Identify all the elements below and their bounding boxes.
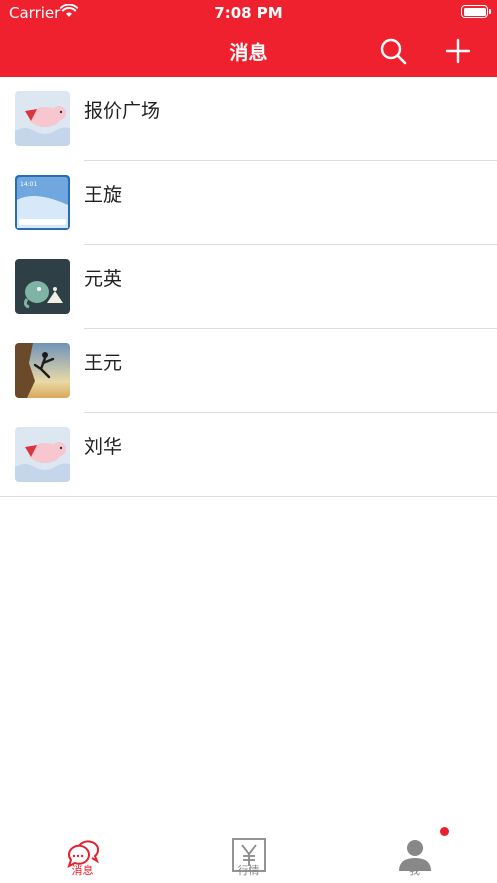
flying-pig-avatar (15, 427, 70, 482)
tab-messages[interactable]: 消息 (0, 825, 165, 883)
conversation-list: 报价广场 14:01 王旋 元英 王元 刘华 (0, 77, 497, 497)
conversation-name: 王元 (84, 352, 123, 374)
conversation-row[interactable]: 刘华 (0, 413, 497, 497)
svg-text:14:01: 14:01 (20, 181, 37, 188)
climber-avatar (15, 343, 70, 398)
status-time: 7:08 PM (214, 4, 283, 22)
conversation-name: 王旋 (84, 184, 123, 206)
notification-badge (440, 827, 449, 836)
row-divider (0, 496, 497, 497)
conversation-name: 报价广场 (84, 100, 161, 122)
tab-market[interactable]: 行情 (166, 825, 331, 883)
conversation-name: 刘华 (84, 436, 123, 458)
status-bar: Carrier 7:08 PM (0, 0, 497, 26)
plus-icon[interactable] (443, 36, 473, 66)
battery-icon (461, 5, 491, 18)
conversation-row[interactable]: 14:01 王旋 (0, 161, 497, 245)
tab-label: 我 (409, 864, 420, 877)
page-title: 消息 (229, 42, 268, 64)
phone-screenshot-avatar: 14:01 (15, 175, 70, 230)
tab-label: 消息 (71, 864, 94, 877)
search-icon[interactable] (378, 36, 408, 66)
tab-bar: 消息 行情 我 (0, 825, 497, 883)
cartoon-elephant-avatar (15, 259, 70, 314)
navigation-bar: 消息 (0, 26, 497, 77)
top-bar: Carrier 7:08 PM 消息 (0, 0, 497, 77)
conversation-name: 元英 (84, 268, 123, 290)
tab-me[interactable]: 我 (332, 825, 497, 883)
flying-pig-avatar (15, 91, 70, 146)
conversation-row[interactable]: 王元 (0, 329, 497, 413)
conversation-row[interactable]: 报价广场 (0, 77, 497, 161)
conversation-row[interactable]: 元英 (0, 245, 497, 329)
tab-label: 行情 (237, 864, 260, 877)
